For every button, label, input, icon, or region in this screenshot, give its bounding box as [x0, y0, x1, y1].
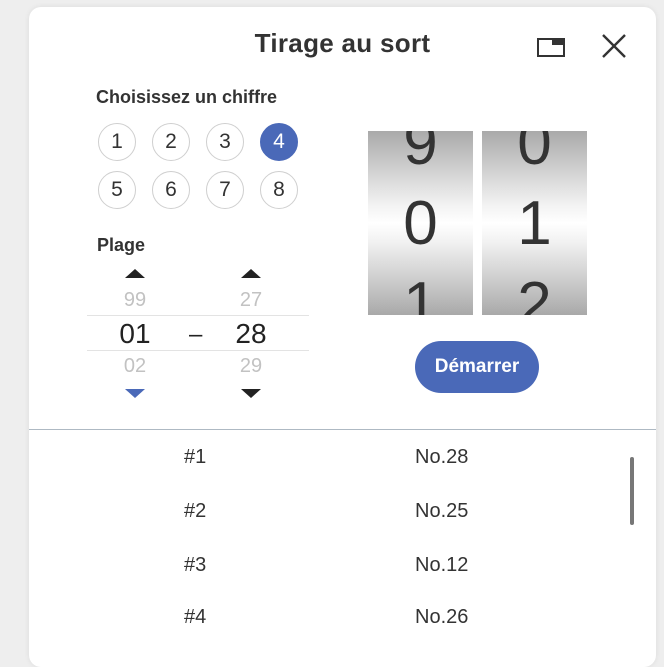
- digit-option-2[interactable]: 2: [152, 123, 190, 161]
- drum-tens-current: 0: [403, 189, 438, 258]
- start-button[interactable]: Démarrer: [415, 341, 539, 393]
- result-row: #1 No.28: [29, 446, 589, 476]
- results-scrollbar[interactable]: [630, 457, 634, 525]
- digit-option-3[interactable]: 3: [206, 123, 244, 161]
- range-label: Plage: [97, 235, 146, 255]
- drum-tens-above: 9: [403, 131, 438, 178]
- result-value: No.12: [415, 554, 469, 576]
- range-divider-bottom: [87, 350, 309, 351]
- digit-option-4[interactable]: 4: [260, 123, 298, 161]
- result-index: #1: [184, 446, 207, 468]
- drum-ones-current: 1: [517, 189, 552, 258]
- result-value: No.26: [415, 606, 469, 628]
- drum-tens: 9 0 1: [368, 131, 473, 315]
- result-index: #2: [184, 500, 207, 522]
- result-value: No.28: [415, 446, 469, 468]
- result-value: No.25: [415, 500, 469, 522]
- range-to-decrement-icon[interactable]: [241, 389, 261, 398]
- window-mode-icon[interactable]: [537, 36, 565, 58]
- range-divider-top: [87, 315, 309, 316]
- range-from-prev: 99: [123, 289, 147, 311]
- close-icon[interactable]: [599, 31, 629, 61]
- range-to-prev: 27: [239, 289, 263, 311]
- digit-option-6[interactable]: 6: [152, 171, 190, 209]
- results-divider: [29, 429, 656, 430]
- range-from-decrement-icon[interactable]: [125, 389, 145, 398]
- result-row: #3 No.12: [29, 554, 589, 584]
- range-from-value[interactable]: 01: [105, 318, 165, 350]
- range-to-value[interactable]: 28: [221, 318, 281, 350]
- range-from-increment-icon[interactable]: [125, 269, 145, 278]
- result-row: #2 No.25: [29, 500, 589, 530]
- digit-picker-label: Choisissez un chiffre: [96, 87, 278, 107]
- drum-ones-above: 0: [517, 131, 552, 178]
- drum-ones-below: 2: [517, 270, 552, 316]
- range-from-next: 02: [123, 355, 147, 377]
- drum-ones: 0 1 2: [482, 131, 587, 315]
- range-to-next: 29: [239, 355, 263, 377]
- digit-option-7[interactable]: 7: [206, 171, 244, 209]
- digit-option-1[interactable]: 1: [98, 123, 136, 161]
- range-separator: –: [189, 321, 203, 348]
- drum-tens-below: 1: [403, 270, 438, 316]
- result-index: #3: [184, 554, 207, 576]
- range-to-increment-icon[interactable]: [241, 269, 261, 278]
- digit-option-5[interactable]: 5: [98, 171, 136, 209]
- digit-option-8[interactable]: 8: [260, 171, 298, 209]
- result-index: #4: [184, 606, 207, 628]
- lottery-dialog: Tirage au sort Choisissez un chiffre 1 2…: [29, 7, 656, 667]
- result-row: #4 No.26: [29, 606, 589, 636]
